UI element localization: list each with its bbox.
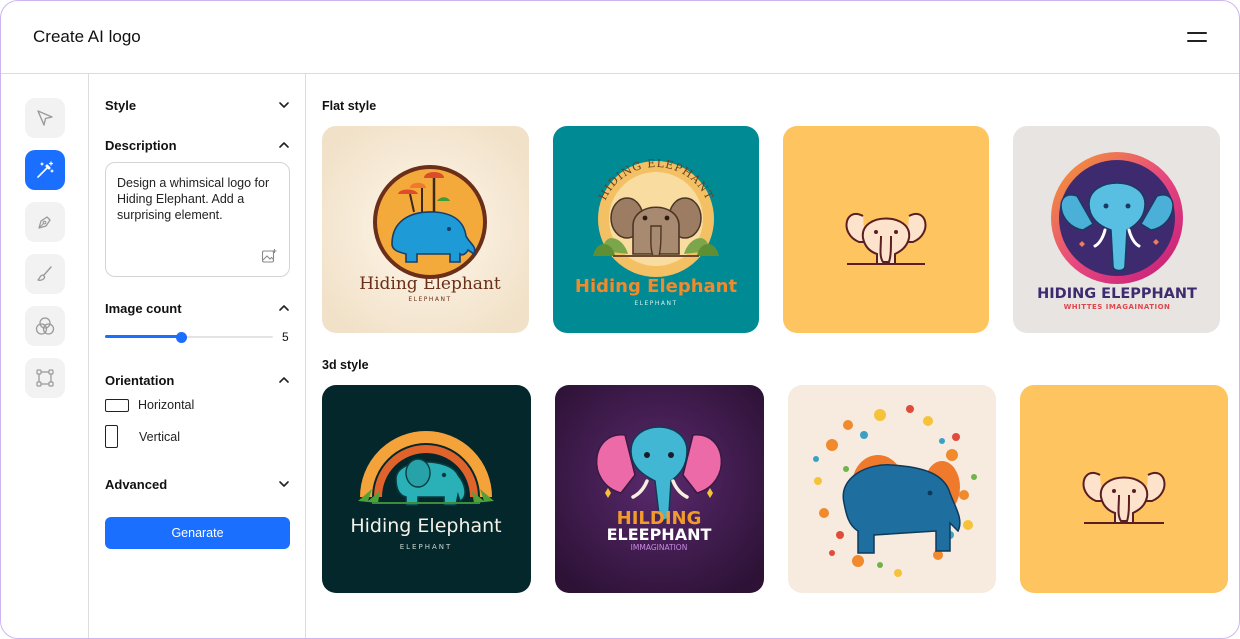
- logo-text-2: ELEEPHANT: [607, 525, 712, 544]
- brush-icon: [37, 266, 52, 281]
- image-count-label: Image count: [105, 300, 182, 316]
- tool-rail: [1, 74, 89, 638]
- logo-card-3d-2[interactable]: HILDING ELEEPHANT IMMAGINATION: [555, 385, 764, 593]
- description-section-toggle[interactable]: Description: [105, 135, 290, 155]
- logo-text: Hiding Elephant: [359, 274, 501, 294]
- slider-fill: [105, 335, 181, 338]
- advanced-label: Advanced: [105, 476, 168, 492]
- style-label: Style: [105, 97, 137, 113]
- logo-subtext: ELEPHANT: [400, 543, 453, 551]
- select-tool-button[interactable]: [25, 98, 65, 138]
- logo-card-flat-1[interactable]: Hiding Elephant ELEPHANT: [322, 126, 529, 333]
- logo-card-flat-3[interactable]: [783, 126, 989, 333]
- shapes-tool-button[interactable]: [25, 306, 65, 346]
- logo-subtext: WHITTES IMAGAINATION: [1064, 303, 1171, 311]
- logo-image: HIDING ELEPPHANT WHITTES IMAGAINATION: [1013, 126, 1220, 333]
- logo-subtext: ELEPHANT: [408, 296, 451, 303]
- logo-image: [783, 126, 989, 333]
- circles-icon: [35, 317, 55, 335]
- pointer-icon: [37, 110, 53, 126]
- chevron-up-icon: [279, 305, 289, 311]
- chevron-down-icon: [279, 102, 289, 108]
- logo-card-3d-1[interactable]: Hiding Elephant ELEPHANT: [322, 385, 531, 593]
- top-bar: Create AI logo: [1, 1, 1239, 74]
- magic-wand-icon: [37, 161, 54, 178]
- menu-button[interactable]: [1185, 29, 1209, 47]
- gallery-area: Flat style Hiding Elephant ELEPHANT HIDI…: [306, 74, 1239, 638]
- vertical-frame-icon: [105, 425, 118, 448]
- image-count-section-toggle[interactable]: Image count: [105, 298, 290, 318]
- frame-icon: [36, 369, 54, 387]
- style-section-toggle[interactable]: Style: [105, 95, 290, 115]
- logo-image: Hiding Elephant ELEPHANT: [322, 385, 531, 593]
- logo-image: [1020, 385, 1228, 593]
- image-count-slider[interactable]: [105, 329, 273, 345]
- image-add-icon[interactable]: [261, 248, 277, 264]
- description-text: Design a whimsical logo for Hiding Eleph…: [117, 176, 270, 222]
- generate-button[interactable]: Genarate: [105, 517, 290, 549]
- advanced-section-toggle[interactable]: Advanced: [105, 474, 290, 494]
- logo-image: HILDING ELEEPHANT IMMAGINATION: [555, 385, 764, 593]
- logo-card-flat-2[interactable]: HIDING ELEPHANT Hiding Elephant ELEPHANT: [553, 126, 759, 333]
- orientation-vertical-option[interactable]: Vertical: [105, 425, 180, 448]
- horizontal-frame-icon: [105, 398, 129, 412]
- orientation-label: Orientation: [105, 372, 175, 388]
- logo-text: Hiding Elephant: [350, 515, 501, 537]
- logo-image: Hiding Elephant ELEPHANT: [322, 126, 529, 333]
- app-window: Create AI logo Style Description Design …: [0, 0, 1240, 639]
- orientation-horizontal-label: Horizontal: [138, 398, 195, 412]
- 3d-style-label: 3d style: [322, 358, 369, 372]
- logo-card-3d-3[interactable]: [788, 385, 996, 593]
- logo-card-flat-4[interactable]: HIDING ELEPPHANT WHITTES IMAGAINATION: [1013, 126, 1220, 333]
- image-count-value: 5: [282, 330, 289, 344]
- orientation-vertical-label: Vertical: [139, 429, 180, 444]
- flat-style-label: Flat style: [322, 99, 377, 113]
- logo-text: Hiding Elephant: [575, 276, 738, 297]
- pen-tool-button[interactable]: [25, 202, 65, 242]
- chevron-up-icon: [279, 142, 289, 148]
- ai-generate-tool-button[interactable]: [25, 150, 65, 190]
- logo-card-3d-4[interactable]: [1020, 385, 1228, 593]
- chevron-up-icon: [279, 377, 289, 383]
- description-textarea[interactable]: Design a whimsical logo for Hiding Eleph…: [105, 162, 290, 277]
- logo-image: HIDING ELEPHANT Hiding Elephant ELEPHANT: [553, 126, 759, 333]
- slider-thumb[interactable]: [176, 332, 187, 343]
- logo-subtext: ELEPHANT: [634, 300, 677, 307]
- page-title: Create AI logo: [33, 27, 141, 46]
- logo-subtext: IMMAGINATION: [631, 543, 688, 552]
- logo-text: HIDING ELEPPHANT: [1037, 286, 1197, 302]
- description-label: Description: [105, 137, 177, 153]
- chevron-down-icon: [279, 481, 289, 487]
- orientation-section-toggle[interactable]: Orientation: [105, 370, 290, 390]
- menu-icon: [1187, 32, 1207, 34]
- settings-panel: Style Description Design a whimsical log…: [89, 74, 306, 638]
- orientation-horizontal-option[interactable]: Horizontal: [105, 398, 194, 412]
- frame-tool-button[interactable]: [25, 358, 65, 398]
- brush-tool-button[interactable]: [25, 254, 65, 294]
- pen-tool-icon: [38, 216, 51, 229]
- logo-image: [788, 385, 996, 593]
